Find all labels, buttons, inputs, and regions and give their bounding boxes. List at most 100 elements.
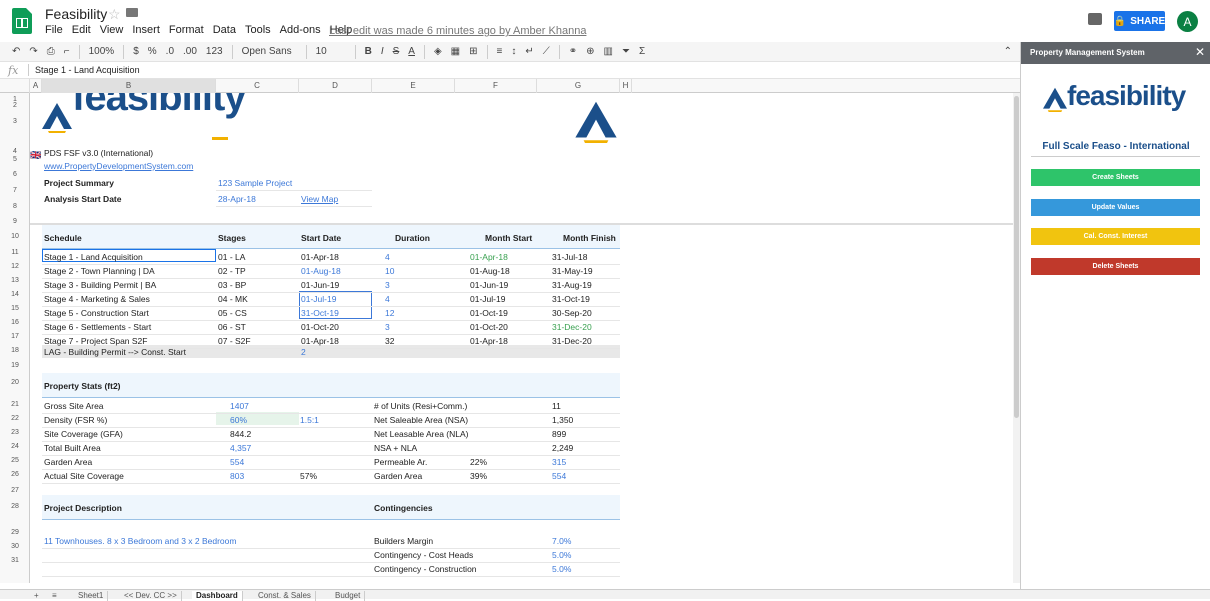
- website-link[interactable]: www.PropertyDevelopmentSystem.com: [44, 160, 193, 172]
- row-header[interactable]: 2: [0, 102, 30, 109]
- schedule-duration[interactable]: 10: [385, 265, 394, 277]
- functions-icon[interactable]: Σ: [639, 46, 645, 57]
- menu-edit[interactable]: Edit: [72, 24, 91, 36]
- row-header[interactable]: 16: [0, 319, 30, 326]
- insert-chart-icon[interactable]: ▥: [604, 46, 613, 57]
- undo-icon[interactable]: ↶: [12, 46, 20, 57]
- schedule-start[interactable]: 01-Oct-20: [301, 321, 339, 333]
- menu-format[interactable]: Format: [169, 24, 204, 36]
- row-header[interactable]: 25: [0, 457, 30, 464]
- vertical-align-icon[interactable]: ↕: [511, 46, 516, 57]
- row-header[interactable]: 6: [0, 171, 30, 178]
- tab-dashboard[interactable]: Dashboard: [192, 591, 243, 601]
- row-header[interactable]: 4: [0, 148, 30, 155]
- schedule-duration[interactable]: 4: [385, 293, 390, 305]
- summary-value[interactable]: 123 Sample Project: [218, 177, 292, 189]
- select-all-corner[interactable]: [0, 79, 30, 93]
- currency-button[interactable]: $: [133, 46, 139, 57]
- font-select[interactable]: Open Sans: [242, 46, 297, 57]
- stat-value[interactable]: 554: [230, 456, 244, 468]
- schedule-start[interactable]: 01-Jun-19: [301, 279, 339, 291]
- stat-value[interactable]: 899: [552, 428, 566, 440]
- document-title[interactable]: Feasibility: [45, 6, 107, 22]
- row-header[interactable]: 23: [0, 429, 30, 436]
- folder-icon[interactable]: [126, 8, 138, 17]
- calc-interest-button[interactable]: Cal. Const. Interest: [1031, 228, 1200, 245]
- share-button[interactable]: 🔒 SHARE: [1114, 11, 1165, 31]
- row-header[interactable]: 15: [0, 305, 30, 312]
- column-header[interactable]: E: [372, 79, 455, 93]
- stat-value[interactable]: 1,350: [552, 414, 573, 426]
- close-icon[interactable]: ✕: [1195, 45, 1205, 59]
- redo-icon[interactable]: ↷: [29, 46, 37, 57]
- stat-value[interactable]: 4,357: [230, 442, 251, 454]
- all-sheets-icon[interactable]: ≡: [48, 591, 61, 601]
- row-header[interactable]: 13: [0, 277, 30, 284]
- column-header[interactable]: A: [30, 79, 42, 93]
- row-header[interactable]: 22: [0, 415, 30, 422]
- start-date-value[interactable]: 28-Apr-18: [218, 193, 256, 205]
- schedule-duration[interactable]: 12: [385, 307, 394, 319]
- row-header[interactable]: 8: [0, 203, 30, 210]
- schedule-start[interactable]: 31-Oct-19: [301, 307, 339, 319]
- percent-button[interactable]: %: [148, 46, 157, 57]
- sheet-grid[interactable]: feasibility 🇬🇧 PDS FSF v3.0 (Internation…: [30, 93, 1020, 583]
- text-color-button[interactable]: A: [408, 46, 415, 57]
- column-header[interactable]: C: [216, 79, 299, 93]
- filter-icon[interactable]: ⏷: [622, 46, 630, 57]
- menu-view[interactable]: View: [100, 24, 124, 36]
- stat-value[interactable]: 1407: [230, 400, 249, 412]
- row-header[interactable]: 30: [0, 543, 30, 550]
- star-icon[interactable]: ☆: [108, 6, 121, 23]
- stat-value[interactable]: 844.2: [230, 428, 251, 440]
- tab-const-sales[interactable]: Const. & Sales: [254, 591, 316, 601]
- column-header[interactable]: H: [620, 79, 632, 93]
- italic-button[interactable]: I: [381, 46, 384, 57]
- schedule-start[interactable]: 01-Apr-18: [301, 335, 339, 347]
- sheets-logo-icon[interactable]: [12, 8, 32, 34]
- merge-cells-icon[interactable]: ⊞: [469, 46, 477, 57]
- row-header[interactable]: 3: [0, 118, 30, 125]
- row-header[interactable]: 19: [0, 362, 30, 369]
- row-header[interactable]: 14: [0, 291, 30, 298]
- text-rotate-icon[interactable]: ⟋: [543, 46, 550, 57]
- row-header[interactable]: 21: [0, 401, 30, 408]
- stat-value[interactable]: 11: [552, 400, 561, 412]
- print-icon[interactable]: ⎙: [47, 46, 55, 57]
- column-header[interactable]: G: [537, 79, 620, 93]
- comment-icon[interactable]: [1088, 13, 1102, 25]
- decrease-decimal-button[interactable]: .0: [166, 46, 174, 57]
- scrollbar-thumb[interactable]: [1014, 96, 1019, 418]
- update-values-button[interactable]: Update Values: [1031, 199, 1200, 216]
- last-edit-link[interactable]: Last edit was made 6 minutes ago by Ambe…: [329, 25, 586, 37]
- schedule-start[interactable]: 01-Apr-18: [301, 251, 339, 263]
- fill-color-icon[interactable]: ◈: [434, 46, 442, 57]
- collapse-toolbar-icon[interactable]: ⌃: [1004, 46, 1012, 57]
- contingency-value[interactable]: 5.0%: [552, 549, 571, 561]
- tab-budget[interactable]: Budget: [331, 591, 366, 601]
- row-header[interactable]: 11: [0, 249, 30, 256]
- view-map-link[interactable]: View Map: [301, 193, 338, 205]
- link-icon[interactable]: ⚭: [569, 46, 577, 57]
- paint-format-icon[interactable]: ⌐: [64, 46, 70, 57]
- tab-dev-cc[interactable]: << Dev. CC >>: [120, 591, 182, 601]
- row-header[interactable]: 9: [0, 218, 30, 225]
- insert-comment-icon[interactable]: ⊕: [586, 46, 594, 57]
- contingency-value[interactable]: 5.0%: [552, 563, 571, 575]
- menu-tools[interactable]: Tools: [245, 24, 271, 36]
- menu-insert[interactable]: Insert: [132, 24, 160, 36]
- contingency-value[interactable]: 7.0%: [552, 535, 571, 547]
- row-header[interactable]: 31: [0, 557, 30, 564]
- schedule-duration[interactable]: 3: [385, 321, 390, 333]
- row-header[interactable]: 24: [0, 443, 30, 450]
- more-formats-button[interactable]: 123: [206, 46, 223, 57]
- increase-decimal-button[interactable]: .00: [183, 46, 197, 57]
- schedule-start[interactable]: 01-Jul-19: [301, 293, 336, 305]
- row-header[interactable]: 29: [0, 529, 30, 536]
- row-header[interactable]: 26: [0, 471, 30, 478]
- create-sheets-button[interactable]: Create Sheets: [1031, 169, 1200, 186]
- row-header[interactable]: 28: [0, 503, 30, 510]
- menu-file[interactable]: File: [45, 24, 63, 36]
- tab-sheet1[interactable]: Sheet1: [74, 591, 109, 601]
- row-header[interactable]: 12: [0, 263, 30, 270]
